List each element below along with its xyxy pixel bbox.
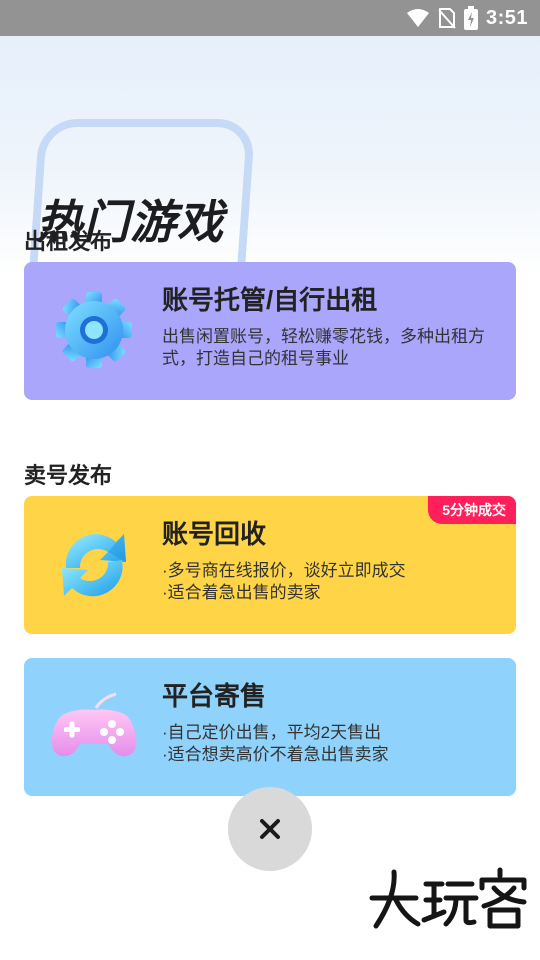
sell-section-label: 卖号发布 [24,463,113,488]
no-sim-icon [438,8,456,29]
recycle-card-line: ·多号商在线报价，谈好立即成交 [162,561,406,580]
rent-section-label: 出租发布 [24,229,113,254]
consign-card[interactable]: 平台寄售 ·自己定价出售，平均2天售出 ·适合想卖高价不着急出售卖家 [24,658,516,796]
rent-card[interactable]: 账号托管/自行出租 出售闲置账号，轻松赚零花钱，多种出租方式，打造自己的租号事业 [24,262,516,400]
consign-card-desc: ·自己定价出售，平均2天售出 ·适合想卖高价不着急出售卖家 [162,722,492,766]
gamepad-icon [51,692,137,757]
consign-card-line: ·自己定价出售，平均2天售出 [162,723,382,742]
status-icons: 3:51 [406,0,528,36]
consign-card-line: ·适合想卖高价不着急出售卖家 [162,745,389,764]
battery-charging-icon [463,6,478,30]
watermark-logo [369,867,527,929]
rent-card-title: 账号托管/自行出租 [162,285,378,315]
fast-deal-badge: 5分钟成交 [428,496,516,524]
recycle-card-line: ·适合着急出售的卖家 [162,583,321,602]
refresh-icon [62,534,126,597]
status-bar: 3:51 [0,0,540,36]
recycle-card[interactable]: 5分钟成交 账号回收 ·多号商在线报价，谈好立即成交 ·适合着急出售的卖家 [24,496,516,634]
close-button[interactable] [228,787,312,871]
gear-icon [56,292,132,368]
recycle-card-title: 账号回收 [162,519,267,549]
clock: 3:51 [485,6,528,29]
close-icon [260,819,280,839]
consign-card-title: 平台寄售 [162,681,267,711]
wifi-icon [406,9,429,27]
recycle-card-desc: ·多号商在线报价，谈好立即成交 ·适合着急出售的卖家 [162,560,492,604]
rent-card-desc: 出售闲置账号，轻松赚零花钱，多种出租方式，打造自己的租号事业 [162,327,485,368]
